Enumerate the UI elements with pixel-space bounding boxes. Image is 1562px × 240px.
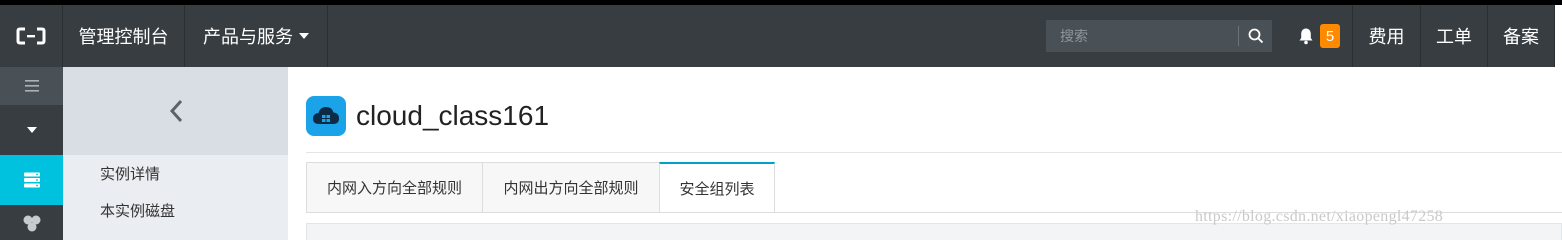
top-navigation-bar: 管理控制台 产品与服务 5 费用 工单 备案 [0, 5, 1555, 67]
instance-header: cloud_class161 [306, 96, 549, 136]
cluster-icon [23, 215, 40, 231]
back-button[interactable] [63, 67, 288, 155]
instance-disks-link[interactable]: 本实例磁盘 [63, 192, 288, 229]
tab-outbound-rules[interactable]: 内网出方向全部规则 [482, 162, 659, 213]
aliyun-logo-icon[interactable] [0, 5, 63, 67]
title-divider [306, 152, 1562, 153]
billing-link[interactable]: 费用 [1353, 5, 1421, 67]
sidebar-item-ecs[interactable] [0, 155, 63, 205]
notifications-button[interactable]: 5 [1285, 5, 1353, 67]
instance-details-link[interactable]: 实例详情 [63, 155, 288, 192]
products-services-label: 产品与服务 [203, 27, 293, 47]
menu-toggle-button[interactable] [0, 67, 63, 105]
server-list-icon [23, 172, 40, 188]
notification-count-badge: 5 [1320, 24, 1340, 48]
chevron-left-icon [169, 99, 182, 123]
bell-icon [1299, 28, 1313, 45]
search-button[interactable] [1239, 20, 1272, 52]
tab-security-groups[interactable]: 安全组列表 [659, 162, 775, 213]
sidebar-collapse-button[interactable] [0, 105, 63, 155]
icp-filing-link[interactable]: 备案 [1488, 5, 1555, 67]
products-services-menu[interactable]: 产品与服务 [185, 5, 328, 67]
caret-down-icon [299, 33, 309, 39]
tickets-link[interactable]: 工单 [1421, 5, 1488, 67]
rules-tabs: 内网入方向全部规则 内网出方向全部规则 安全组列表 [306, 162, 775, 213]
menu-icon [24, 80, 39, 92]
watermark-text: https://blog.csdn.net/xiaopengl47258 [1195, 208, 1444, 225]
instance-title: cloud_class161 [356, 100, 550, 131]
tab-inbound-rules[interactable]: 内网入方向全部规则 [306, 162, 482, 213]
sidebar-item-cluster[interactable] [0, 205, 63, 240]
instance-sub-navigation: 实例详情 本实例磁盘 [63, 67, 288, 240]
console-home-link[interactable]: 管理控制台 [63, 5, 185, 67]
icon-sidebar [0, 67, 63, 240]
search-box [1046, 20, 1272, 52]
search-icon [1248, 28, 1263, 44]
collapse-caret-icon [26, 127, 37, 133]
search-input[interactable] [1046, 20, 1238, 52]
cloud-instance-icon [306, 96, 346, 136]
